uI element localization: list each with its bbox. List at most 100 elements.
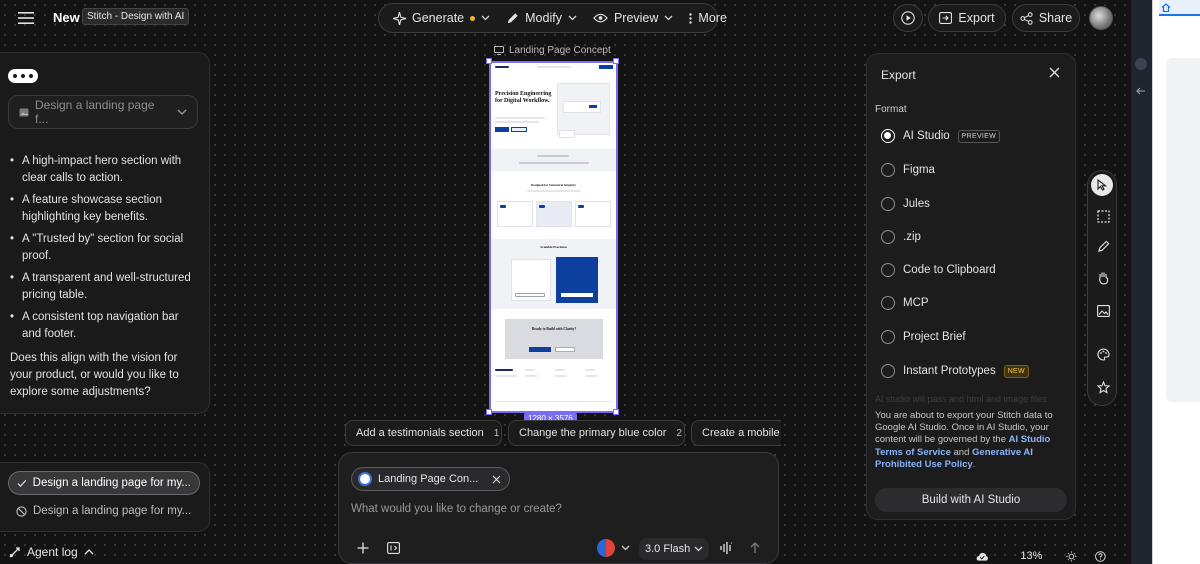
image-icon bbox=[19, 108, 29, 116]
favorite-tool[interactable] bbox=[1094, 378, 1112, 396]
resize-handle[interactable] bbox=[613, 409, 619, 415]
radio[interactable] bbox=[881, 330, 895, 344]
model-theme-picker[interactable] bbox=[597, 539, 615, 557]
format-option-figma[interactable]: Figma bbox=[881, 163, 935, 177]
chevron-down-icon bbox=[664, 15, 673, 21]
check-icon bbox=[17, 479, 27, 487]
mini-footer-link bbox=[525, 375, 537, 377]
theme-toggle-icon[interactable] bbox=[1066, 550, 1077, 563]
resize-handle[interactable] bbox=[486, 409, 492, 415]
chevron-down-icon[interactable] bbox=[621, 545, 630, 551]
mini-footer-col bbox=[525, 369, 535, 371]
export-description: You are about to export your Stitch data… bbox=[875, 410, 1063, 471]
design-frame[interactable]: Precision Engineering for Digital Workfl… bbox=[489, 61, 618, 413]
prompt-chip[interactable]: Design a landing page f... bbox=[8, 95, 198, 129]
eye-icon bbox=[593, 13, 608, 23]
marquee-tool[interactable] bbox=[1094, 207, 1112, 225]
draw-tool[interactable] bbox=[1094, 237, 1112, 255]
mini-features-title: Designed for Structural Integrity bbox=[530, 183, 576, 187]
plus-icon[interactable] bbox=[357, 542, 369, 554]
close-icon[interactable] bbox=[492, 475, 501, 484]
chevron-down-icon bbox=[481, 15, 490, 21]
menu-button[interactable] bbox=[8, 4, 44, 32]
history-item[interactable]: Design a landing page for my... bbox=[8, 499, 200, 523]
theme-tool[interactable] bbox=[1094, 345, 1112, 363]
resize-handle[interactable] bbox=[613, 58, 619, 64]
generate-menu[interactable]: Generate bbox=[385, 4, 498, 32]
context-chip[interactable]: Landing Page Con... bbox=[351, 467, 511, 491]
export-panel-title: Export bbox=[881, 68, 916, 82]
radio[interactable] bbox=[881, 230, 895, 244]
radio[interactable] bbox=[881, 296, 895, 310]
frame-label[interactable]: Landing Page Concept bbox=[494, 45, 611, 56]
mini-footer-divider bbox=[495, 401, 612, 402]
format-option-ai-studio[interactable]: AI Studio PREVIEW bbox=[881, 129, 1001, 143]
suggestion-chip[interactable]: Change the primary blue color 2 bbox=[508, 420, 685, 446]
radio[interactable] bbox=[881, 163, 895, 177]
model-picker[interactable]: 3.0 Flash bbox=[639, 538, 710, 560]
suggestion-chip[interactable]: Create a mobile v bbox=[691, 420, 781, 446]
format-option-label: Figma bbox=[903, 164, 935, 176]
format-option-jules[interactable]: Jules bbox=[881, 197, 930, 211]
mini-footer-link bbox=[555, 375, 567, 377]
hand-icon bbox=[1098, 272, 1108, 285]
pencil-icon bbox=[507, 12, 518, 23]
build-with-ai-studio-button[interactable]: Build with AI Studio bbox=[875, 488, 1067, 512]
format-option-instant-prototypes[interactable]: Instant Prototypes NEW bbox=[881, 364, 1029, 378]
format-option-zip[interactable]: .zip bbox=[881, 230, 921, 244]
play-button[interactable] bbox=[893, 4, 923, 32]
export-button[interactable]: Export bbox=[928, 4, 1006, 32]
modify-menu[interactable]: Modify bbox=[498, 4, 585, 32]
frame-select-icon[interactable] bbox=[387, 542, 400, 554]
arrow-left-icon[interactable] bbox=[1136, 87, 1146, 95]
help-icon[interactable] bbox=[1095, 550, 1106, 563]
suggestion-chip[interactable]: Add a testimonials section 1 bbox=[345, 420, 502, 446]
format-option-code-to-clipboard[interactable]: Code to Clipboard bbox=[881, 263, 996, 277]
radio[interactable] bbox=[881, 263, 895, 277]
external-tab[interactable] bbox=[1159, 0, 1200, 16]
radio[interactable] bbox=[881, 197, 895, 211]
mini-logos-caption bbox=[537, 155, 569, 157]
format-option-mcp[interactable]: MCP bbox=[881, 296, 929, 310]
mini-pricing-btn bbox=[515, 293, 545, 297]
mini-logos-strip bbox=[491, 149, 616, 171]
list-item: A consistent top navigation bar and foot… bbox=[10, 309, 200, 343]
mini-feature-icon bbox=[578, 205, 584, 208]
cloud-sync-icon[interactable] bbox=[976, 551, 988, 562]
strip-icon[interactable] bbox=[1135, 58, 1147, 70]
browser-side-strip bbox=[1131, 0, 1152, 564]
close-icon[interactable] bbox=[1049, 67, 1060, 78]
voice-icon[interactable] bbox=[719, 541, 733, 555]
radio-selected[interactable] bbox=[881, 129, 895, 143]
suggestion-label: Add a testimonials section bbox=[356, 427, 484, 439]
more-menu[interactable]: More bbox=[681, 4, 734, 32]
context-chip-label: Landing Page Con... bbox=[378, 473, 479, 485]
format-option-project-brief[interactable]: Project Brief bbox=[881, 330, 966, 344]
mini-footer-link bbox=[585, 375, 597, 377]
format-option-label: Instant Prototypes bbox=[903, 365, 996, 377]
history-item[interactable]: Design a landing page for my... bbox=[8, 471, 200, 495]
home-icon bbox=[1161, 3, 1171, 12]
hand-tool[interactable] bbox=[1094, 269, 1112, 287]
zoom-level[interactable]: 13% bbox=[1020, 550, 1042, 562]
select-tool[interactable] bbox=[1091, 174, 1113, 196]
suggestion-label: Create a mobile v bbox=[702, 427, 781, 439]
send-arrow-icon[interactable] bbox=[749, 542, 761, 554]
composer-input[interactable]: What would you like to change or create? bbox=[351, 503, 562, 515]
history-panel: Design a landing page for my... Design a… bbox=[0, 462, 210, 532]
preview-menu[interactable]: Preview bbox=[585, 4, 681, 32]
mini-footer-logo bbox=[495, 369, 513, 371]
cursor-icon bbox=[1097, 179, 1107, 191]
chevron-down-icon bbox=[694, 546, 703, 552]
agent-log-toggle[interactable]: Agent log bbox=[8, 545, 94, 559]
resize-handle[interactable] bbox=[486, 58, 492, 64]
avatar[interactable] bbox=[1089, 6, 1113, 30]
chat-panel: Design a landing page f... A high-impact… bbox=[0, 52, 210, 414]
status-dot bbox=[470, 15, 476, 21]
format-option-label: MCP bbox=[903, 297, 929, 309]
share-button[interactable]: Share bbox=[1012, 4, 1080, 32]
mini-footer-text bbox=[495, 375, 517, 377]
radio[interactable] bbox=[881, 364, 895, 378]
mini-nav-button bbox=[599, 65, 613, 69]
image-tool[interactable] bbox=[1094, 302, 1112, 320]
